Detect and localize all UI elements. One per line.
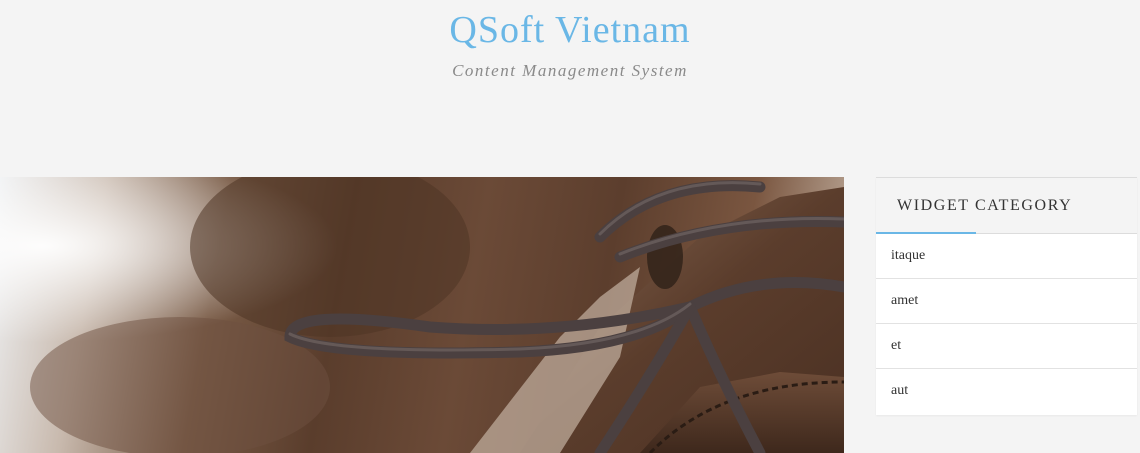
site-tagline: Content Management System (452, 61, 688, 80)
featured-image[interactable] (0, 177, 844, 453)
category-widget: WIDGET CATEGORY itaque amet et aut (876, 177, 1137, 415)
category-link-itaque[interactable]: itaque (891, 248, 925, 264)
list-item: amet (876, 279, 1137, 324)
category-link-amet[interactable]: amet (891, 293, 918, 309)
category-list: itaque amet et aut (876, 234, 1137, 413)
site-header: QSoft Vietnam Content Management System (0, 0, 1140, 170)
site-title[interactable]: QSoft Vietnam (0, 8, 1140, 52)
widget-header: WIDGET CATEGORY (876, 178, 1137, 234)
category-link-aut[interactable]: aut (891, 383, 908, 399)
list-item: et (876, 324, 1137, 369)
list-item: itaque (876, 234, 1137, 279)
list-item: aut (876, 369, 1137, 413)
category-link-et[interactable]: et (891, 338, 901, 354)
shoe-laces-photo (0, 177, 844, 453)
widget-title: WIDGET CATEGORY (897, 197, 1073, 214)
